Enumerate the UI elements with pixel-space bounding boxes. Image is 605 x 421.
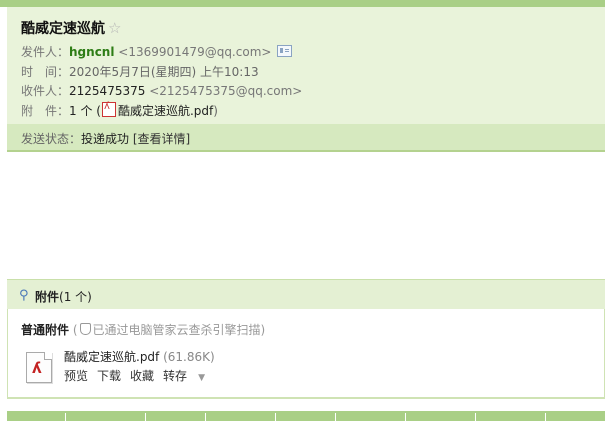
- attachment-row: 附 件：1 个 ( 酷威定速巡航.pdf): [21, 101, 218, 119]
- time-label: 时 间：: [21, 65, 70, 79]
- toolbar-divider: [405, 413, 406, 421]
- chevron-down-icon: ▼: [198, 373, 205, 383]
- pdf-icon: [101, 101, 116, 117]
- top-border: [0, 0, 605, 7]
- subject-text: 酷威定速巡航: [21, 21, 105, 37]
- mail-header: 酷威定速巡航 ☆ 发件人：hgncnl <1369901479@qq.com> 时…: [7, 7, 605, 124]
- delivery-status: 发送状态：投递成功 [查看详情]: [21, 130, 190, 147]
- time-value: 2020年5月7日(星期四) 上午10:13: [69, 65, 259, 79]
- delivery-status-bar: 发送状态：投递成功 [查看详情]: [7, 124, 605, 152]
- toolbar-divider: [275, 413, 276, 421]
- attachment-file-size: (61.86K): [163, 350, 215, 364]
- status-details-link[interactable]: [查看详情]: [133, 132, 190, 146]
- paperclip-icon: ⚲: [19, 288, 29, 303]
- attachments-panel: 普通附件 ( 已通过电脑管家云查杀引擎扫描) ʎ 酷威定速巡航.pdf (61.8…: [7, 309, 605, 399]
- attachment-file-name[interactable]: 酷威定速巡航.pdf: [64, 350, 159, 364]
- recipient-row: 收件人：2125475375 <2125475375@qq.com>: [21, 82, 302, 99]
- attachment-count: 1 个 (: [69, 104, 101, 118]
- attachments-count: (1 个): [59, 290, 92, 304]
- sender-name[interactable]: hgncnl: [69, 45, 114, 59]
- shield-icon: [79, 323, 91, 335]
- status-value: 投递成功: [81, 132, 130, 146]
- attachments-title: 附件(1 个): [35, 288, 92, 305]
- scan-note-open: (: [72, 323, 78, 337]
- favorite-link[interactable]: 收藏: [130, 369, 154, 383]
- contact-card-icon[interactable]: [277, 45, 293, 57]
- toolbar-divider: [205, 413, 206, 421]
- bottom-toolbar: [7, 411, 605, 421]
- sender-email[interactable]: <1369901479@qq.com>: [118, 45, 271, 59]
- attachment-actions: 预览 下载 收藏 转存 ▼: [64, 367, 223, 384]
- attachment-file: 酷威定速巡航.pdf (61.86K): [64, 348, 215, 365]
- download-link[interactable]: 下载: [97, 369, 121, 383]
- status-label: 发送状态：: [21, 132, 82, 146]
- sender-label: 发件人：: [21, 45, 70, 59]
- toolbar-divider: [335, 413, 336, 421]
- recipient-name[interactable]: 2125475375: [69, 84, 145, 98]
- save-to-label: 转存: [163, 369, 188, 383]
- recipient-email[interactable]: <2125475375@qq.com>: [149, 84, 302, 98]
- scan-note: ( 已通过电脑管家云查杀引擎扫描): [73, 323, 265, 337]
- time-row: 时 间：2020年5月7日(星期四) 上午10:13: [21, 63, 259, 80]
- mail-subject: 酷威定速巡航 ☆: [21, 18, 121, 38]
- normal-attachments-heading: 普通附件 ( 已通过电脑管家云查杀引擎扫描): [21, 321, 265, 338]
- toolbar-divider: [65, 413, 66, 421]
- toolbar-divider: [475, 413, 476, 421]
- scan-note-text: 已通过电脑管家云查杀引擎扫描): [92, 323, 266, 337]
- recipient-label: 收件人：: [21, 84, 70, 98]
- pdf-file-icon[interactable]: ʎ: [26, 352, 52, 383]
- toolbar-divider: [145, 413, 146, 421]
- attachments-header: ⚲ 附件(1 个): [7, 279, 605, 310]
- save-to-dropdown[interactable]: 转存 ▼: [163, 369, 214, 383]
- toolbar-divider: [545, 413, 546, 421]
- sender-row: 发件人：hgncnl <1369901479@qq.com>: [21, 43, 293, 60]
- attachment-close-paren: ): [213, 104, 218, 118]
- attachments-title-text: 附件: [35, 290, 60, 304]
- normal-attachments-label: 普通附件: [21, 323, 70, 337]
- star-outline-icon[interactable]: ☆: [108, 19, 121, 37]
- attachment-link[interactable]: 酷威定速巡航.pdf: [118, 104, 213, 118]
- preview-link[interactable]: 预览: [64, 369, 88, 383]
- attachment-label: 附 件：: [21, 104, 70, 118]
